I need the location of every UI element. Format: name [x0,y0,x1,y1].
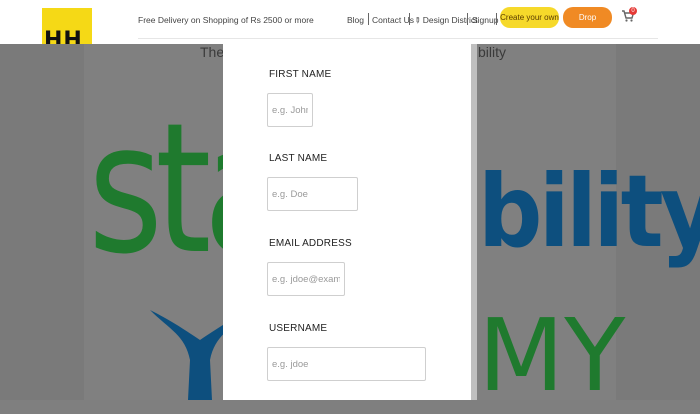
first-name-label: FIRST NAME [269,69,332,80]
last-name-field[interactable] [267,177,358,211]
username-field[interactable] [267,347,426,381]
header-divider [138,38,658,39]
site-header: HH Free Delivery on Shopping of Rs 2500 … [0,0,700,44]
free-delivery-notice: Free Delivery on Shopping of Rs 2500 or … [138,15,314,25]
background-logo-word-green-secondary: MY [478,297,626,414]
nav-contact-link[interactable]: Contact Us [372,15,414,25]
site-logo[interactable]: HH [42,8,92,44]
nav-signup-link[interactable]: Signup [472,15,498,25]
nav-divider [368,13,369,25]
nav-divider [409,13,410,25]
nav-divider [467,13,468,25]
last-name-label: LAST NAME [269,153,328,164]
signup-modal: FIRST NAME LAST NAME EMAIL ADDRESS USERN… [223,44,471,400]
modal-scrollbar[interactable] [471,44,477,400]
nav-divider [496,13,497,25]
nav-blog-link[interactable]: Blog [347,15,364,25]
pencil-icon: ✎ [411,14,423,27]
first-name-field[interactable] [267,93,313,127]
username-label: USERNAME [269,323,328,334]
drop-complaint-button[interactable]: Drop Complaint [563,7,612,43]
background-tagline-end: bility [478,44,507,60]
background-logo-word-blue: bility [478,153,700,270]
email-address-label: EMAIL ADDRESS [269,238,352,249]
nav-design-district-label: Design District [422,15,478,25]
create-your-own-button[interactable]: Create your own [500,7,559,28]
email-field[interactable] [267,262,345,296]
site-logo-text: HH [44,28,83,44]
cart-count-badge: 0 [629,7,637,15]
page-left-margin [0,44,84,400]
